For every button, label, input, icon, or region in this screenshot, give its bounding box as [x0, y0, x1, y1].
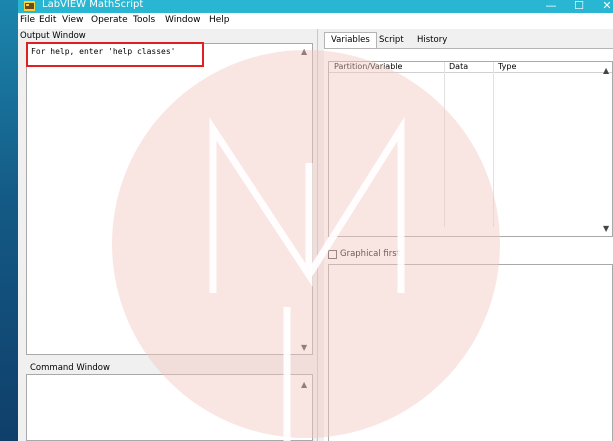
labview-app-icon [24, 1, 35, 11]
column-header-type[interactable]: Type [498, 62, 516, 72]
column-header-data[interactable]: Data [449, 62, 468, 72]
tab-script[interactable]: Script [373, 33, 410, 49]
preview-area[interactable] [328, 264, 613, 441]
close-icon[interactable]: ✕ [593, 0, 613, 13]
maximize-icon[interactable]: ☐ [565, 0, 593, 13]
desktop-background [0, 0, 18, 441]
column-divider [493, 62, 494, 227]
graphical-first-label: Graphical first [340, 249, 400, 259]
menu-view[interactable]: View [62, 15, 83, 25]
menu-bar: File Edit View Operate Tools Window Help [18, 13, 613, 29]
command-window[interactable]: ▲ [26, 374, 313, 441]
title-bar[interactable]: LabVIEW MathScript — ☐ ✕ [18, 0, 613, 13]
scroll-down-icon[interactable]: ▼ [603, 224, 609, 233]
output-window-label: Output Window [20, 31, 86, 41]
scroll-up-icon[interactable]: ▲ [603, 66, 609, 75]
tab-variables[interactable]: Variables [324, 32, 377, 48]
menu-tools[interactable]: Tools [133, 15, 155, 25]
variables-table[interactable]: Partition/Variable Data Type ▲ ▼ [328, 61, 613, 237]
column-header-partition[interactable]: Partition/Variable [334, 62, 402, 72]
tab-history[interactable]: History [411, 33, 453, 49]
graphical-first-checkbox[interactable] [328, 250, 337, 259]
mathscript-window: LabVIEW MathScript — ☐ ✕ File Edit View … [18, 0, 613, 441]
window-title: LabVIEW MathScript [42, 0, 144, 10]
minimize-icon[interactable]: — [537, 0, 565, 13]
menu-window[interactable]: Window [165, 15, 201, 25]
scroll-up-icon[interactable]: ▲ [301, 380, 307, 389]
highlight-box [26, 42, 204, 67]
command-window-label: Command Window [30, 363, 110, 373]
menu-edit[interactable]: Edit [39, 15, 56, 25]
column-divider [444, 62, 445, 227]
header-divider [329, 72, 612, 73]
scroll-up-icon[interactable]: ▲ [301, 47, 307, 56]
variables-panel: Partition/Variable Data Type ▲ ▼ Graphic… [324, 48, 613, 441]
scroll-down-icon[interactable]: ▼ [301, 343, 307, 352]
menu-operate[interactable]: Operate [91, 15, 128, 25]
output-window[interactable]: For help, enter 'help classes' ▲ ▼ [26, 43, 313, 355]
menu-help[interactable]: Help [209, 15, 230, 25]
vertical-splitter[interactable] [317, 29, 318, 441]
menu-file[interactable]: File [20, 15, 35, 25]
